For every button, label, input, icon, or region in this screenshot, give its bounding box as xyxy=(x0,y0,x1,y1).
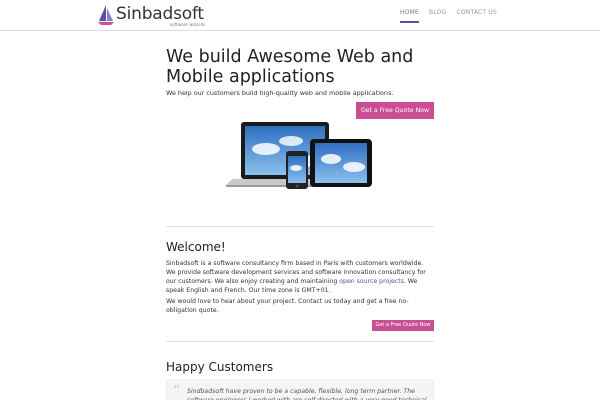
open-source-link[interactable]: open source projects xyxy=(339,278,404,285)
sailboat-icon xyxy=(98,5,114,25)
brand-tagline: software wizards xyxy=(170,22,206,27)
brand-name: Sinbadsoft xyxy=(116,4,204,24)
nav-item-contact-us[interactable]: CONTACT US xyxy=(456,9,497,16)
get-quote-button-small[interactable]: Get a Free Quote Now xyxy=(372,320,434,331)
testimonial-box: “ Sindbadsoft have proven to be a capabl… xyxy=(166,379,434,400)
nav-item-home[interactable]: HOME xyxy=(400,9,420,23)
testimonial-text: Sindbadsoft have proven to be a capable,… xyxy=(187,388,427,400)
site-logo[interactable]: Sinbadsoft software wizards xyxy=(97,4,207,28)
welcome-title: Welcome! xyxy=(166,240,226,254)
customers-title: Happy Customers xyxy=(166,360,274,374)
contact-paragraph: We would love to hear about your project… xyxy=(166,298,409,314)
get-quote-button[interactable]: Get a Free Quote Now xyxy=(356,102,434,119)
site-header: Sinbadsoft software wizards HOME BLOG CO… xyxy=(0,0,600,31)
section-divider xyxy=(166,226,434,227)
nav-item-blog[interactable]: BLOG xyxy=(429,9,446,16)
quote-mark-icon: “ xyxy=(173,383,181,399)
hero-subtitle: We help our customers build high-quality… xyxy=(166,89,394,97)
main-nav: HOME BLOG CONTACT US xyxy=(390,9,497,23)
phone-image xyxy=(286,151,308,189)
section-divider xyxy=(166,341,434,342)
tablet-image xyxy=(310,139,372,187)
hero-title: We build Awesome Web and Mobile applicat… xyxy=(166,47,414,87)
welcome-paragraph: Sinbadsoft is a software consultancy fir… xyxy=(166,260,426,294)
devices-illustration xyxy=(226,122,372,189)
